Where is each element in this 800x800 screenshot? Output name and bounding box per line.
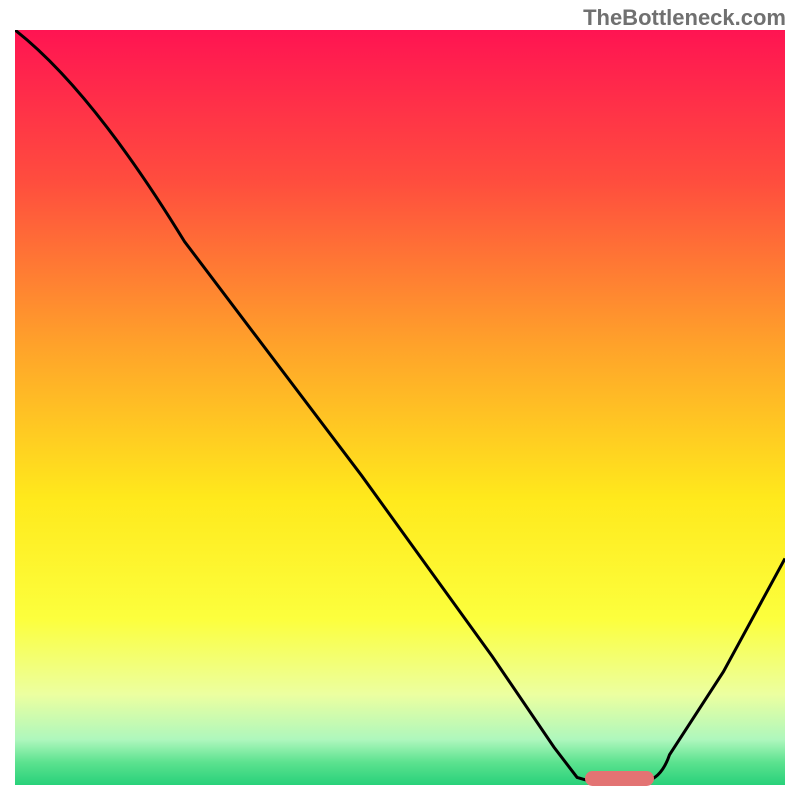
optimal-marker [585, 771, 654, 786]
chart-plot-area [15, 30, 785, 785]
gradient-background [15, 30, 785, 785]
watermark-text: TheBottleneck.com [583, 5, 786, 31]
